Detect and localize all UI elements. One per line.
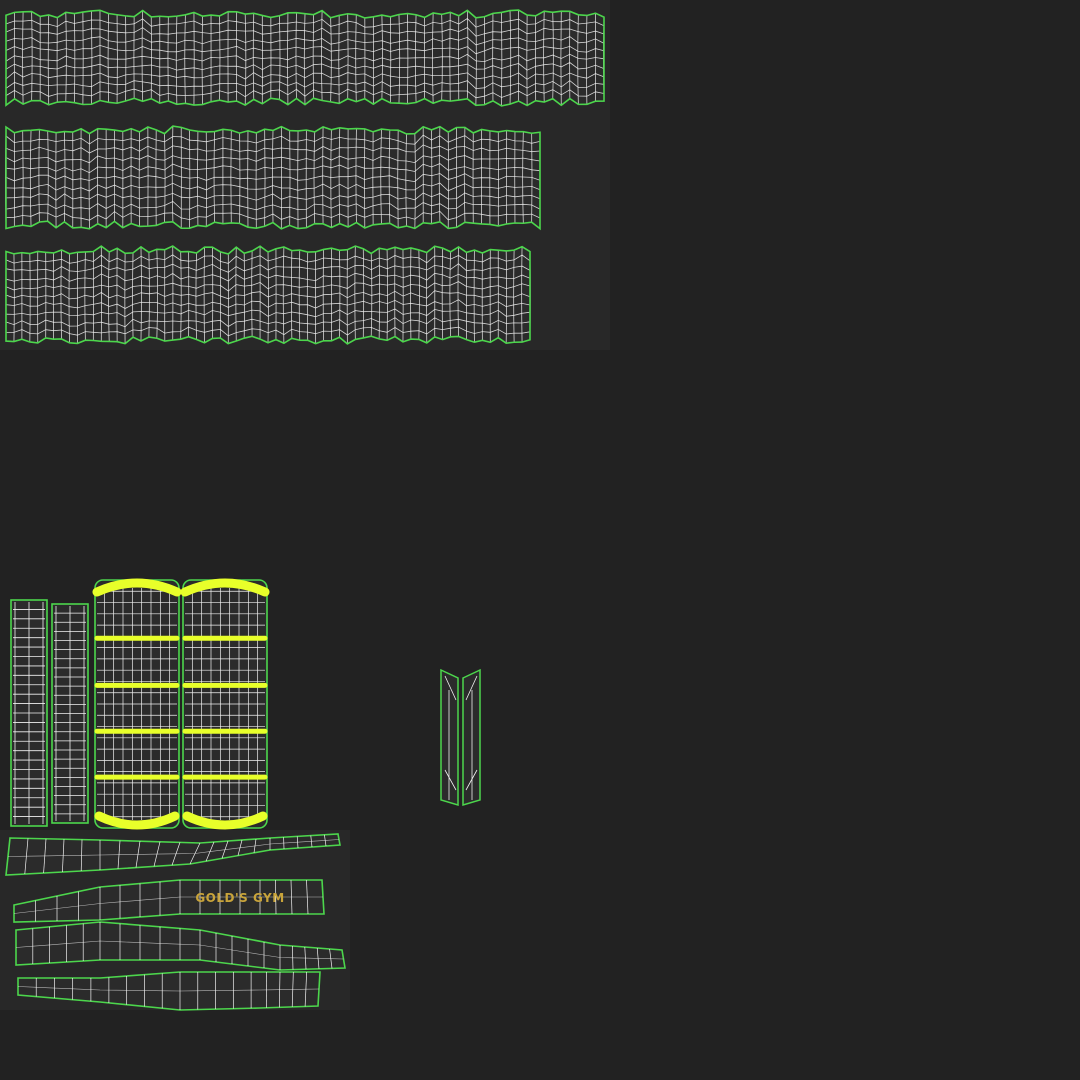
cuff-left (92, 578, 182, 830)
uv-layout-canvas: GOLD'S GYM (0, 0, 1080, 1080)
shell-top-1 (5, 9, 605, 107)
shell-top-3 (5, 245, 531, 345)
gold-gym-logo-text: GOLD'S GYM (195, 891, 284, 905)
top-shell-group (5, 9, 605, 345)
strip-left-2 (51, 603, 89, 824)
chevron-left-outline (440, 668, 459, 807)
strip-left-1 (10, 599, 48, 827)
shell-top-2 (5, 125, 541, 231)
chevron-right-outline (462, 668, 481, 807)
cuff-right (180, 578, 270, 830)
